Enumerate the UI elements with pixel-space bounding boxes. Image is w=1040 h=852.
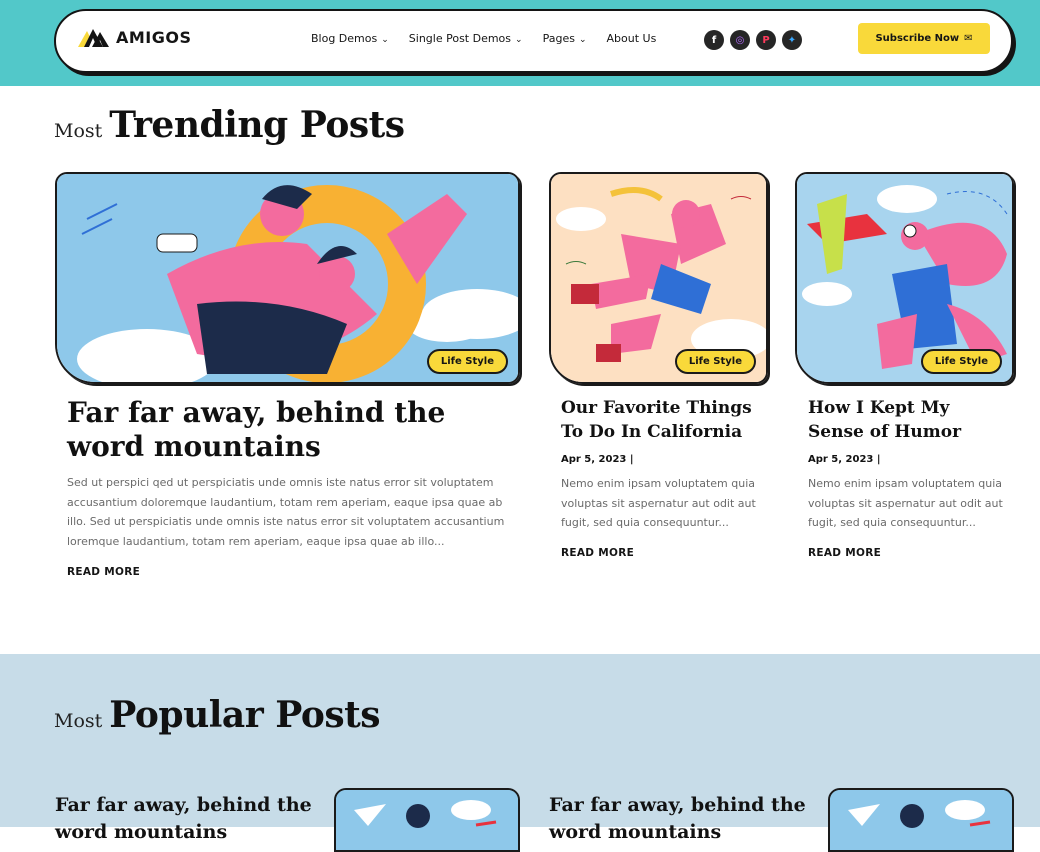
site-logo[interactable]: AMIGOS (78, 27, 192, 47)
chevron-down-icon: ⌄ (578, 34, 587, 45)
post-read-more-link[interactable]: READ MORE (561, 547, 634, 559)
main-post-image[interactable]: Life Style (55, 172, 520, 384)
category-badge[interactable]: Life Style (426, 349, 508, 374)
illustration-paper-plane-image (830, 790, 1012, 850)
main-post-excerpt: Sed ut perspici qed ut perspiciatis unde… (67, 476, 505, 548)
post-date: Apr 5, 2023 | (808, 454, 881, 465)
trending-heading: Most Trending Posts (54, 104, 405, 146)
menu-item-about-us[interactable]: About Us (607, 32, 657, 45)
logo-mark-icon (78, 29, 109, 47)
menu-item-label: About Us (606, 32, 657, 45)
facebook-icon[interactable]: f (704, 30, 724, 50)
popular-heading-big: Popular Posts (109, 694, 381, 736)
subscribe-button[interactable]: Subscribe Now ✉ (858, 23, 990, 54)
menu-item-label: Pages (542, 32, 575, 45)
subscribe-label: Subscribe Now (875, 33, 960, 44)
pinterest-icon[interactable]: P (756, 30, 776, 50)
main-navbar: AMIGOS Blog Demos ⌄ Single Post Demos ⌄ … (54, 9, 1013, 73)
main-menu: Blog Demos ⌄ Single Post Demos ⌄ Pages ⌄… (311, 32, 656, 45)
post-excerpt: Nemo enim ipsam voluptatem quia voluptas… (561, 477, 756, 529)
post-title-humor[interactable]: How I Kept My Sense of Humor (808, 396, 1008, 444)
envelope-icon: ✉ (964, 33, 973, 44)
popular-post-title[interactable]: Far far away, behind the word mountains (549, 792, 809, 846)
chevron-down-icon: ⌄ (515, 34, 523, 45)
illustration-paper-plane-image (336, 790, 518, 850)
instagram-icon[interactable]: ◎ (730, 30, 750, 50)
menu-item-pages[interactable]: Pages ⌄ (543, 32, 587, 45)
popular-heading-small: Most (54, 710, 103, 732)
menu-item-blog-demos[interactable]: Blog Demos ⌄ (311, 32, 389, 45)
post-image-humor[interactable]: Life Style (795, 172, 1014, 384)
popular-heading: Most Popular Posts (54, 694, 381, 736)
post-excerpt: Nemo enim ipsam voluptatem quia voluptas… (808, 477, 1003, 529)
trending-heading-big: Trending Posts (109, 104, 405, 146)
menu-item-single-post-demos[interactable]: Single Post Demos ⌄ (409, 32, 523, 45)
twitter-icon[interactable]: ✦ (782, 30, 802, 50)
post-read-more-link[interactable]: READ MORE (808, 547, 881, 559)
chevron-down-icon: ⌄ (381, 34, 389, 45)
trending-heading-small: Most (54, 120, 103, 142)
popular-post-title[interactable]: Far far away, behind the word mountains (55, 792, 315, 846)
menu-item-label: Single Post Demos (408, 32, 512, 45)
popular-post-image[interactable] (334, 788, 520, 852)
post-image-california[interactable]: Life Style (549, 172, 768, 384)
menu-item-label: Blog Demos (311, 32, 378, 45)
category-badge[interactable]: Life Style (920, 349, 1002, 374)
social-links: f ◎ P ✦ (704, 30, 802, 50)
logo-text: AMIGOS (116, 27, 192, 47)
popular-post-image[interactable] (828, 788, 1014, 852)
main-post-read-more-link[interactable]: READ MORE (67, 566, 140, 578)
category-badge[interactable]: Life Style (674, 349, 756, 374)
post-title-california[interactable]: Our Favorite Things To Do In California (561, 396, 761, 444)
main-post-title[interactable]: Far far away, behind the word mountains (67, 396, 507, 464)
post-date: Apr 5, 2023 | (561, 454, 634, 465)
